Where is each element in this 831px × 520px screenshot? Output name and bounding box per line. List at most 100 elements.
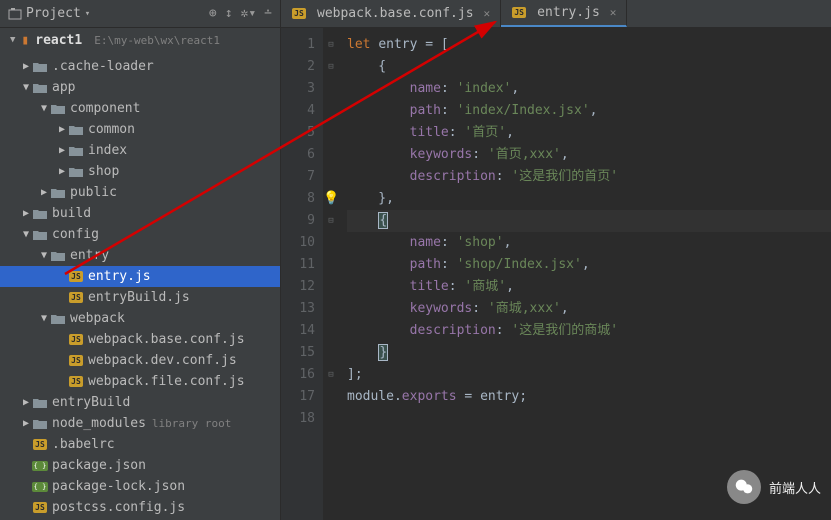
tree-arrow-icon[interactable]: ▶ <box>20 418 32 429</box>
tree-item-label: public <box>70 185 117 200</box>
folder-icon <box>50 311 66 327</box>
code-line[interactable] <box>347 408 831 430</box>
tree-item-label: entry.js <box>88 269 151 284</box>
tree-folder[interactable]: ▼component <box>0 98 280 119</box>
tree-arrow-icon[interactable]: ▼ <box>38 250 50 261</box>
tree-folder[interactable]: ▼ app <box>0 77 280 98</box>
breadcrumb: ▼ ▮ react1 E:\my-web\wx\react1 <box>0 28 280 52</box>
code-line[interactable]: keywords: '首页,xxx', <box>347 144 831 166</box>
tree-file[interactable]: JS postcss.config.js <box>0 497 280 518</box>
file-tree: ▶.cache-loader▼app▼component▶common▶inde… <box>0 52 280 520</box>
tab-label: webpack.base.conf.js <box>317 6 474 21</box>
tree-arrow-icon[interactable]: ▼ <box>20 82 32 93</box>
code-line[interactable]: }, <box>347 188 831 210</box>
target-icon[interactable]: ⊕ <box>209 6 217 21</box>
code-line[interactable]: } <box>347 342 831 364</box>
code-line[interactable]: title: '首页', <box>347 122 831 144</box>
tree-item-label: config <box>52 227 99 242</box>
collapse-icon[interactable]: ↕ <box>225 6 233 21</box>
tree-folder[interactable]: ▶shop <box>0 161 280 182</box>
tree-item-label: package-lock.json <box>52 479 185 494</box>
code-line[interactable]: module.exports = entry; <box>347 386 831 408</box>
folder-icon <box>32 227 48 243</box>
tree-arrow-icon[interactable]: ▶ <box>56 145 68 156</box>
folder-icon <box>32 59 48 75</box>
code-line[interactable]: name: 'index', <box>347 78 831 100</box>
tree-folder[interactable]: ▼webpack <box>0 308 280 329</box>
hide-icon[interactable]: ∸ <box>264 6 272 21</box>
tree-file[interactable]: JS webpack.base.conf.js <box>0 329 280 350</box>
project-root-path: E:\my-web\wx\react1 <box>94 34 220 47</box>
tree-item-label: postcss.config.js <box>52 500 185 515</box>
tree-arrow-icon[interactable]: ▶ <box>38 187 50 198</box>
code-area: 123456789101112131415161718 ⊟⊟💡⊟⊟ let en… <box>281 28 831 520</box>
tree-folder[interactable]: ▶build <box>0 203 280 224</box>
tree-item-label: index <box>88 143 127 158</box>
tree-arrow-icon[interactable]: ▶ <box>20 61 32 72</box>
folder-icon <box>68 122 84 138</box>
tree-folder[interactable]: ▶node_moduleslibrary root <box>0 413 280 434</box>
tree-arrow-icon[interactable]: ▶ <box>56 166 68 177</box>
code-line[interactable]: title: '商城', <box>347 276 831 298</box>
tree-file[interactable]: JSentryBuild.js <box>0 287 280 308</box>
js-file-icon: JS <box>68 332 84 348</box>
tree-arrow-icon[interactable]: ▼ <box>20 229 32 240</box>
code-content[interactable]: let entry = [ { name: 'index', path: 'in… <box>339 28 831 520</box>
tree-folder[interactable]: ▶ public <box>0 182 280 203</box>
code-line[interactable]: path: 'index/Index.jsx', <box>347 100 831 122</box>
code-line[interactable]: description: '这是我们的商城' <box>347 320 831 342</box>
js-file-icon: JS <box>32 500 48 516</box>
tree-file[interactable]: JSentry.js <box>0 266 280 287</box>
code-line[interactable]: description: '这是我们的首页' <box>347 166 831 188</box>
folder-icon <box>68 143 84 159</box>
folder-icon <box>32 395 48 411</box>
tree-arrow-icon[interactable]: ▼ <box>38 103 50 114</box>
tree-folder[interactable]: ▼ entry <box>0 245 280 266</box>
tree-arrow-icon[interactable]: ▼ <box>38 313 50 324</box>
code-line[interactable]: let entry = [ <box>347 34 831 56</box>
folder-icon <box>32 206 48 222</box>
tree-item-label: webpack.file.conf.js <box>88 374 245 389</box>
tree-file[interactable]: { }package-lock.json <box>0 476 280 497</box>
tree-folder[interactable]: ▼ config <box>0 224 280 245</box>
code-line[interactable]: path: 'shop/Index.jsx', <box>347 254 831 276</box>
dropdown-icon[interactable]: ▾ <box>85 9 90 19</box>
code-line[interactable]: name: 'shop', <box>347 232 831 254</box>
js-file-icon: JS <box>511 5 527 21</box>
tree-item-hint: library root <box>152 417 231 430</box>
close-icon[interactable]: ✕ <box>610 6 617 19</box>
tree-folder[interactable]: ▶entryBuild <box>0 392 280 413</box>
tree-folder[interactable]: ▶.cache-loader <box>0 56 280 77</box>
project-sidebar: Project ▾ ⊕ ↕ ✲▾ ∸ ▼ ▮ react1 E:\my-web\… <box>0 0 281 520</box>
tree-file[interactable]: JSwebpack.file.conf.js <box>0 371 280 392</box>
folder-icon <box>68 164 84 180</box>
tree-folder[interactable]: ▶ index <box>0 140 280 161</box>
wechat-icon <box>727 470 761 504</box>
sidebar-toolbar: ⊕ ↕ ✲▾ ∸ <box>209 6 272 21</box>
tree-arrow-icon[interactable]: ▶ <box>56 124 68 135</box>
sidebar-title-label: Project <box>26 6 81 21</box>
code-line[interactable]: ]; <box>347 364 831 386</box>
tree-arrow-icon[interactable]: ▶ <box>20 397 32 408</box>
tree-arrow-icon[interactable]: ▶ <box>20 208 32 219</box>
tree-folder[interactable]: ▶common <box>0 119 280 140</box>
tree-item-label: package.json <box>52 458 146 473</box>
code-line[interactable]: { <box>347 210 831 232</box>
project-root-name[interactable]: react1 <box>35 33 82 48</box>
close-icon[interactable]: ✕ <box>484 7 491 20</box>
json-file-icon: { } <box>32 458 48 474</box>
code-line[interactable]: keywords: '商城,xxx', <box>347 298 831 320</box>
editor-tab[interactable]: JSentry.js✕ <box>501 0 627 27</box>
tree-item-label: webpack.base.conf.js <box>88 332 245 347</box>
gear-icon[interactable]: ✲▾ <box>241 6 257 21</box>
tree-file[interactable]: JS.babelrc <box>0 434 280 455</box>
tree-item-label: entry <box>70 248 109 263</box>
editor-tab[interactable]: JS webpack.base.conf.js ✕ <box>281 0 501 27</box>
tree-item-label: app <box>52 80 75 95</box>
js-file-icon: JS <box>291 6 307 22</box>
code-line[interactable]: { <box>347 56 831 78</box>
chevron-down-icon[interactable]: ▼ <box>10 35 15 45</box>
tree-file[interactable]: { } package.json <box>0 455 280 476</box>
tree-file[interactable]: JSwebpack.dev.conf.js <box>0 350 280 371</box>
tree-item-label: entryBuild.js <box>88 290 190 305</box>
